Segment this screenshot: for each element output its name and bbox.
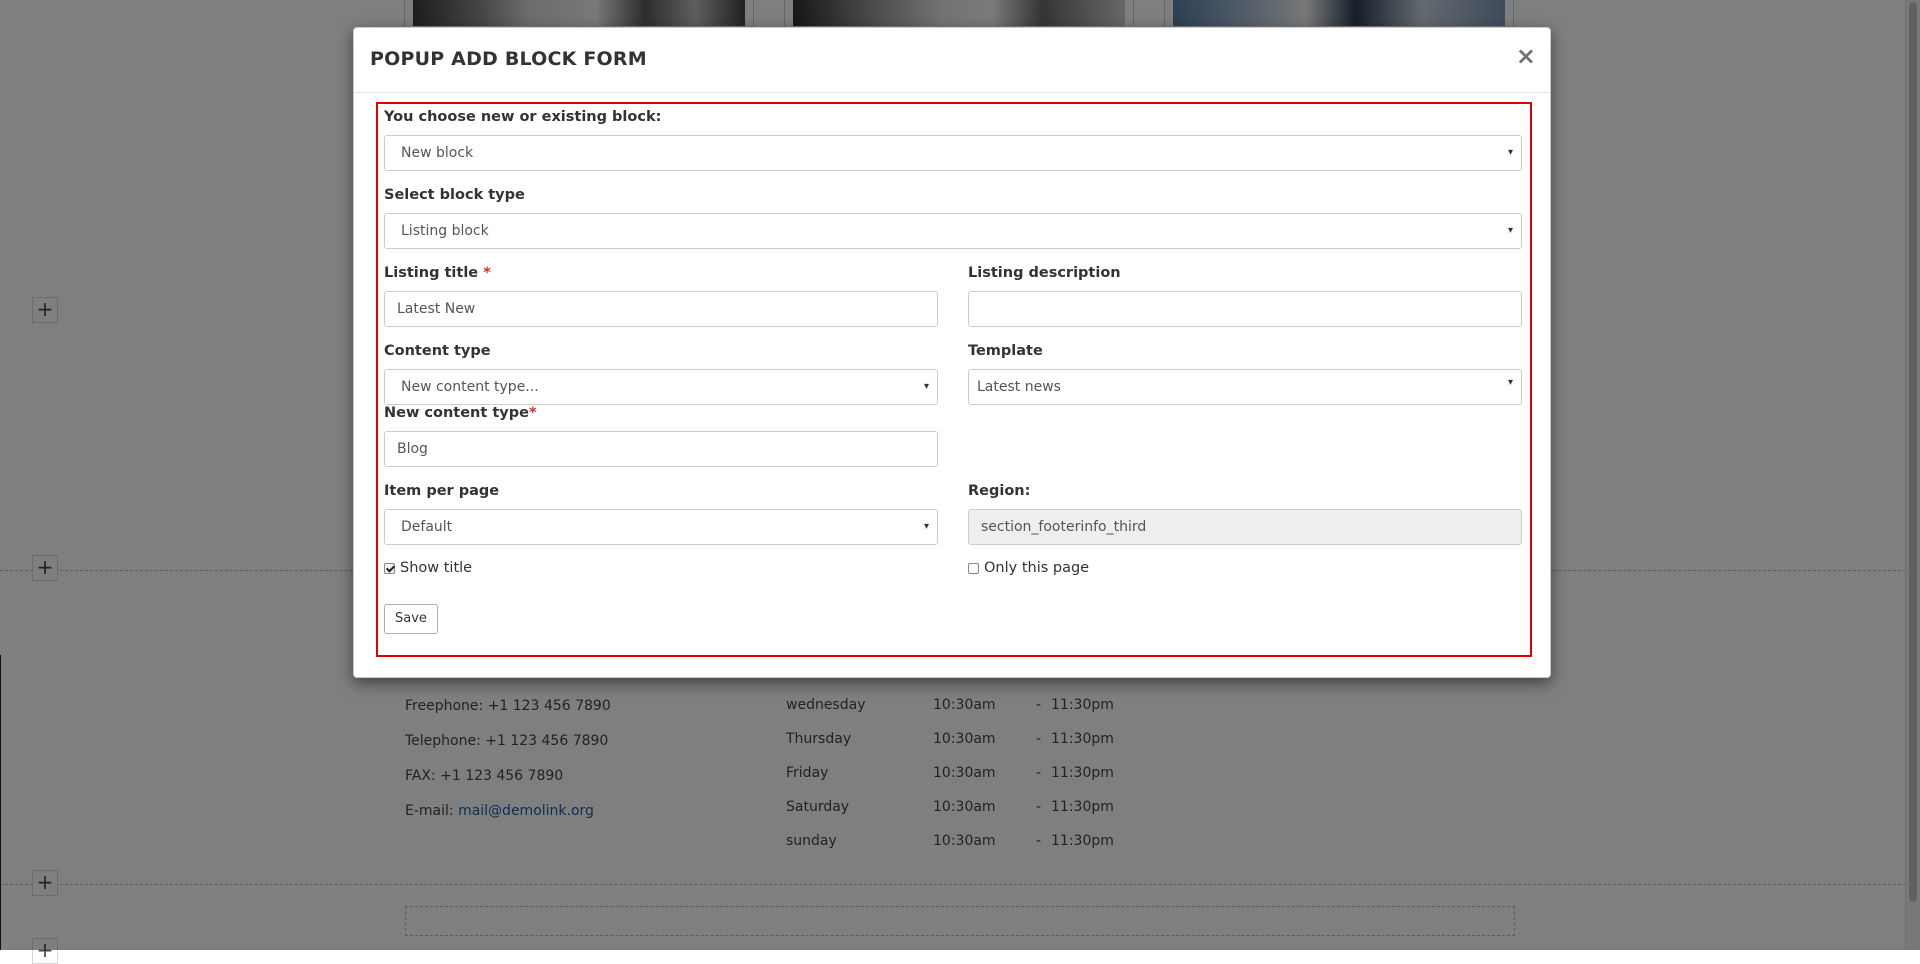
only-this-page-label: Only this page [984, 560, 1090, 576]
required-marker: * [483, 265, 491, 281]
modal-header: POPUP ADD BLOCK FORM × [354, 28, 1550, 93]
chevron-down-icon: ▾ [1507, 147, 1513, 158]
show-title-label: Show title [400, 560, 473, 576]
region-label: Region: [968, 483, 1031, 499]
block-type-select[interactable]: Listing block ▾ [384, 213, 1522, 249]
close-icon[interactable]: × [1516, 44, 1536, 68]
only-this-page-checkbox[interactable]: Only this page [968, 560, 1089, 576]
save-button[interactable]: Save [384, 604, 438, 634]
new-content-type-label: New content type* [384, 405, 537, 421]
content-type-select[interactable]: New content type... ▾ [384, 369, 938, 405]
chevron-down-icon: ▾ [923, 521, 929, 532]
region-input: section_footerinfo_third [968, 509, 1522, 545]
template-select[interactable]: Latest news ▾ [968, 369, 1522, 405]
block-type-value: Listing block [401, 223, 489, 239]
block-source-value: New block [401, 145, 474, 161]
item-per-page-select[interactable]: Default ▾ [384, 509, 938, 545]
chevron-down-icon: ▾ [1507, 225, 1513, 236]
block-type-label: Select block type [384, 187, 525, 203]
listing-description-label: Listing description [968, 265, 1121, 281]
new-content-type-input[interactable]: Blog [384, 431, 938, 467]
chevron-down-icon: ▾ [1507, 377, 1513, 388]
template-label: Template [968, 343, 1043, 359]
item-per-page-label: Item per page [384, 483, 500, 499]
add-block-form: You choose new or existing block: New bl… [376, 102, 1532, 657]
content-type-label: Content type [384, 343, 491, 359]
checkbox-checked-icon[interactable] [384, 562, 395, 574]
listing-description-input[interactable] [968, 291, 1522, 327]
show-title-checkbox[interactable]: Show title [384, 560, 472, 576]
listing-title-label: Listing title * [384, 265, 491, 281]
chevron-down-icon: ▾ [923, 381, 929, 392]
required-marker: * [528, 405, 537, 421]
item-per-page-value: Default [401, 519, 453, 535]
template-value: Latest news [977, 379, 1061, 395]
checkbox-unchecked-icon[interactable] [968, 562, 979, 574]
listing-title-label-text: Listing title [384, 265, 479, 281]
add-block-modal: POPUP ADD BLOCK FORM × You choose new or… [353, 27, 1551, 678]
block-source-select[interactable]: New block ▾ [384, 135, 1522, 171]
modal-title: POPUP ADD BLOCK FORM [370, 48, 647, 70]
new-content-type-label-text: New content type [384, 405, 529, 421]
content-type-value: New content type... [401, 379, 539, 395]
listing-title-input[interactable]: Latest New [384, 291, 938, 327]
block-source-label: You choose new or existing block: [384, 109, 662, 125]
